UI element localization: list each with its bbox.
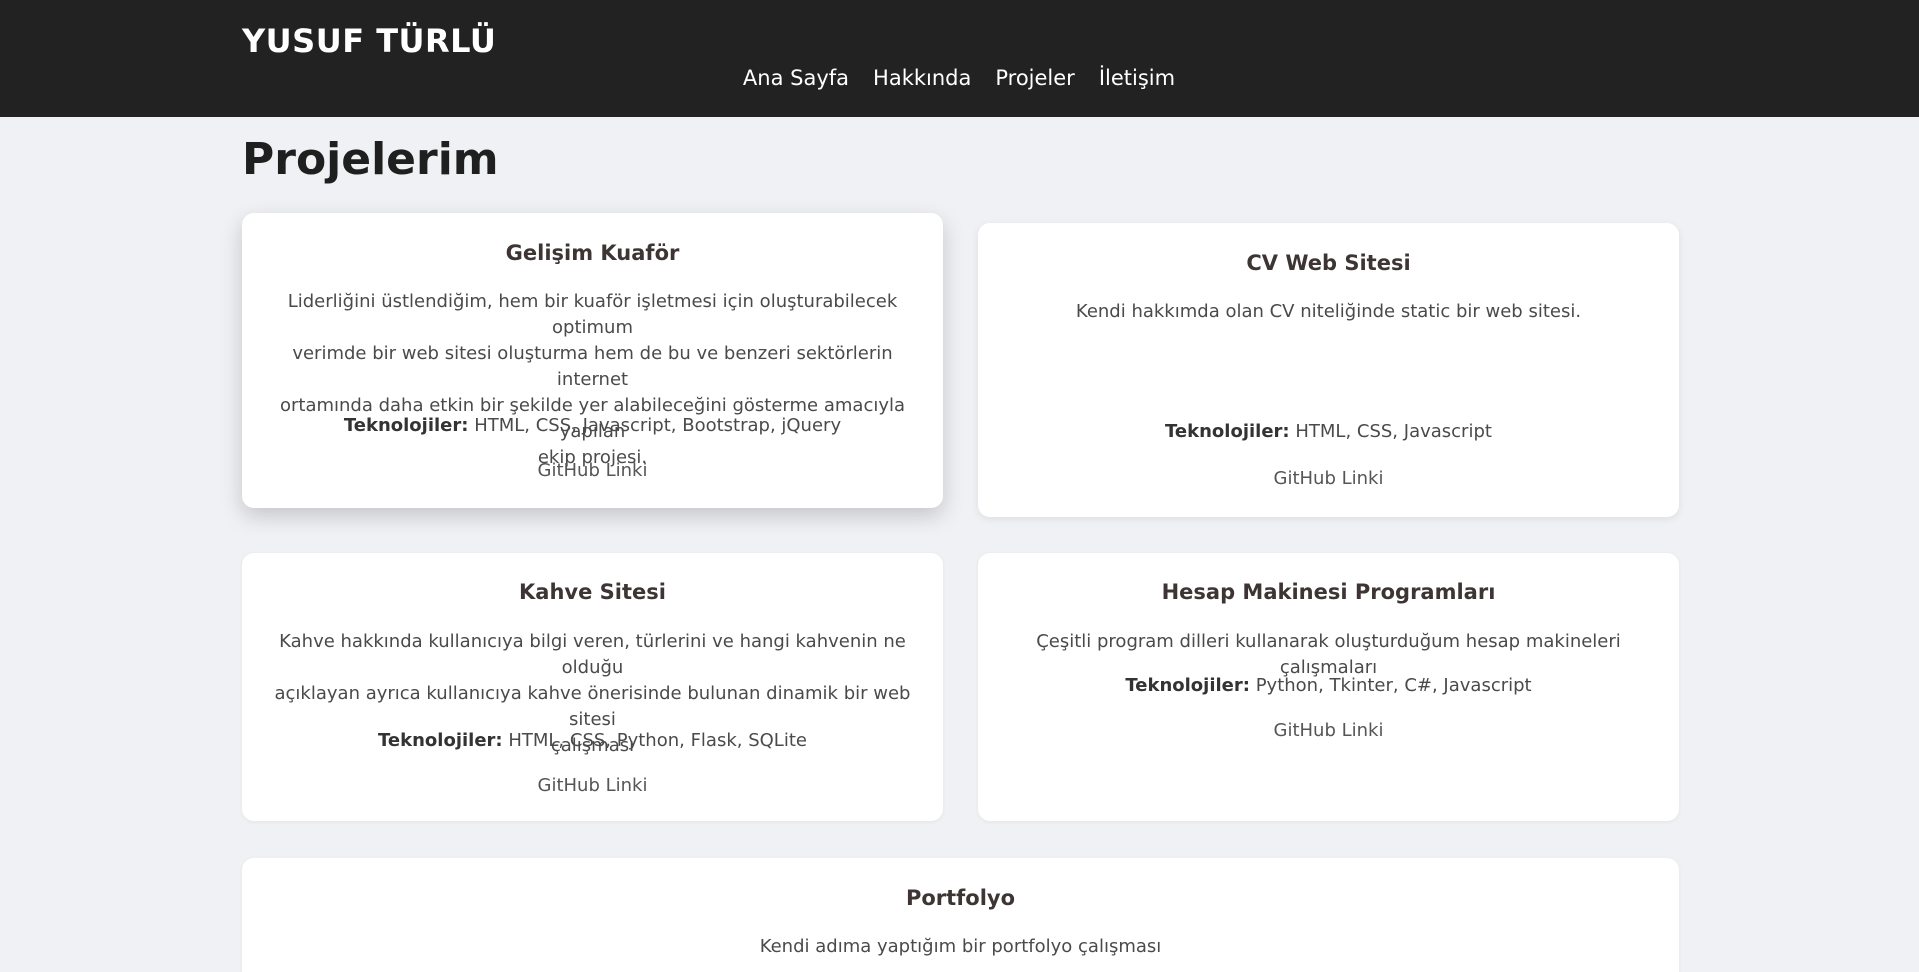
github-link[interactable]: GitHub Linki xyxy=(538,460,648,481)
project-description-line: Kendi hakkımda olan CV niteliğinde stati… xyxy=(1075,301,1582,322)
project-title: Gelişim Kuaför xyxy=(505,241,680,265)
github-link[interactable]: GitHub Linki xyxy=(538,775,648,796)
project-card: Hesap Makinesi Programları Çeşitli progr… xyxy=(978,553,1679,821)
project-technologies: Teknolojiler: HTML, CSS, Python, Flask, … xyxy=(242,730,943,751)
technologies-value: HTML, CSS, Javascript, Bootstrap, jQuery xyxy=(474,415,842,436)
project-description-line: Liderliğini üstlendiğim, hem bir kuaför … xyxy=(287,291,898,338)
technologies-label: Teknolojiler: xyxy=(1165,421,1290,442)
project-card: Portfolyo Kendi adıma yaptığım bir portf… xyxy=(242,858,1679,972)
project-link-row: GitHub Linki xyxy=(978,720,1679,741)
nav-link-projects[interactable]: Projeler xyxy=(995,66,1074,90)
technologies-value: Python, Tkinter, C#, Javascript xyxy=(1255,675,1532,696)
project-card: Gelişim Kuaför Liderliğini üstlendiğim, … xyxy=(242,213,943,508)
project-description-line: Kendi adıma yaptığım bir portfolyo çalış… xyxy=(759,936,1162,957)
project-link-row: GitHub Linki xyxy=(242,775,943,796)
project-description-line: verimde bir web sitesi oluşturma hem de … xyxy=(292,343,893,390)
nav-link-home[interactable]: Ana Sayfa xyxy=(743,66,849,90)
project-card: Kahve Sitesi Kahve hakkında kullanıcıya … xyxy=(242,553,943,821)
main-nav: Ana Sayfa Hakkında Projeler İletişim xyxy=(0,66,1919,90)
project-title: Hesap Makinesi Programları xyxy=(1161,580,1496,604)
project-title: Portfolyo xyxy=(905,886,1016,910)
project-link-row: GitHub Linki xyxy=(242,460,943,481)
project-description-line: Kahve hakkında kullanıcıya bilgi veren, … xyxy=(279,631,906,678)
project-title: Kahve Sitesi xyxy=(519,580,666,604)
project-description: Liderliğini üstlendiğim, hem bir kuaför … xyxy=(242,289,943,471)
technologies-value: HTML, CSS, Python, Flask, SQLite xyxy=(508,730,807,751)
technologies-label: Teknolojiler: xyxy=(378,730,503,751)
project-technologies: Teknolojiler: HTML, CSS, Javascript, Boo… xyxy=(242,415,943,436)
project-technologies: Teknolojiler: Python, Tkinter, C#, Javas… xyxy=(978,675,1679,696)
project-description: Çeşitli program dilleri kullanarak oluşt… xyxy=(978,629,1679,681)
nav-link-about[interactable]: Hakkında xyxy=(873,66,971,90)
github-link[interactable]: GitHub Linki xyxy=(1274,468,1384,489)
project-description: Kendi adıma yaptığım bir portfolyo çalış… xyxy=(242,934,1679,960)
project-card: CV Web Sitesi Kendi hakkımda olan CV nit… xyxy=(978,223,1679,517)
brand-logo-text[interactable]: YUSUF TÜRLÜ xyxy=(242,22,496,60)
project-link-row: GitHub Linki xyxy=(978,468,1679,489)
project-description-line: Çeşitli program dilleri kullanarak oluşt… xyxy=(1036,631,1621,678)
project-description: Kendi hakkımda olan CV niteliğinde stati… xyxy=(978,299,1679,325)
project-title: CV Web Sitesi xyxy=(1246,251,1411,275)
technologies-label: Teknolojiler: xyxy=(343,415,469,436)
technologies-value: HTML, CSS, Javascript xyxy=(1295,421,1492,442)
page-title: Projelerim xyxy=(242,134,499,185)
project-technologies: Teknolojiler: HTML, CSS, Javascript xyxy=(978,421,1679,442)
github-link[interactable]: GitHub Linki xyxy=(1274,720,1384,741)
project-description-line: açıklayan ayrıca kullanıcıya kahve öneri… xyxy=(274,683,911,730)
site-header: YUSUF TÜRLÜ Ana Sayfa Hakkında Projeler … xyxy=(0,0,1919,117)
technologies-label: Teknolojiler: xyxy=(1125,675,1250,696)
nav-link-contact[interactable]: İletişim xyxy=(1099,66,1175,90)
